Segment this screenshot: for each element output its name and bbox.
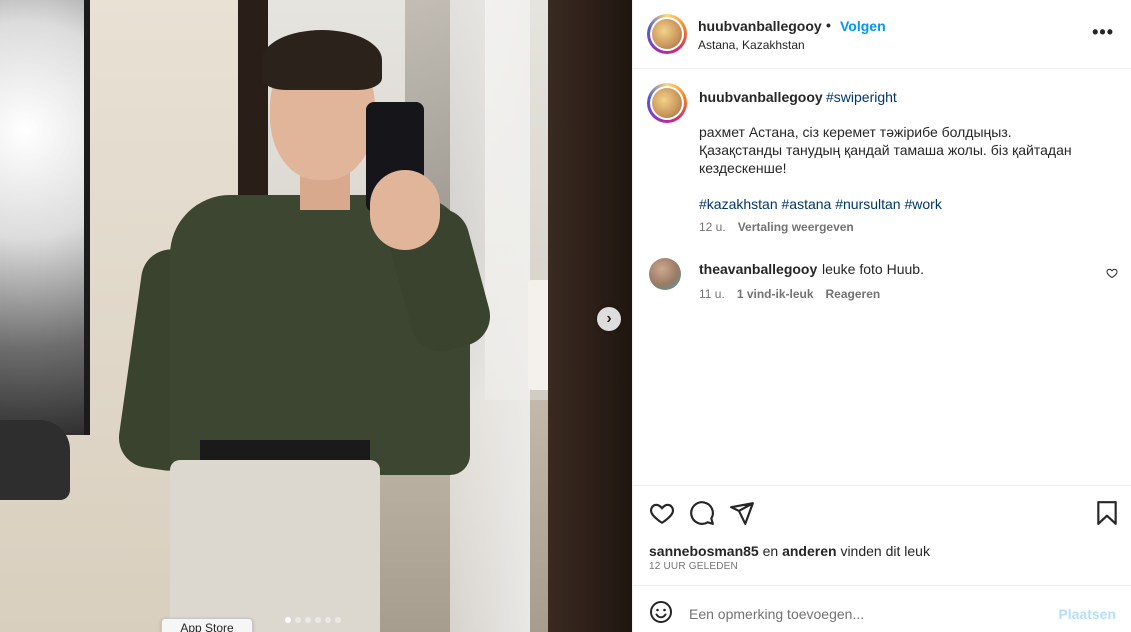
heart-icon[interactable] bbox=[649, 500, 675, 526]
person-hand bbox=[370, 170, 440, 250]
photo-chair bbox=[0, 420, 70, 500]
comment-icon[interactable] bbox=[689, 500, 715, 526]
comment-likes[interactable]: 1 vind-ik-leuk bbox=[737, 287, 814, 301]
likes-suffix: vinden dit leuk bbox=[840, 543, 930, 559]
likes-summary: sannebosman85 en anderen vinden dit leuk bbox=[649, 543, 930, 559]
caption-username[interactable]: huubvanballegooy bbox=[699, 89, 823, 105]
person-belt bbox=[200, 440, 370, 462]
comment-meta: 11 u. 1 vind-ik-leuk Reageren bbox=[699, 287, 880, 301]
post-timestamp[interactable]: 12 UUR GELEDEN bbox=[649, 561, 738, 572]
caption-avatar[interactable] bbox=[647, 83, 687, 123]
app-store-tooltip: App Store bbox=[161, 618, 253, 632]
caption-age[interactable]: 12 u. bbox=[699, 220, 726, 234]
carousel-dots bbox=[285, 617, 341, 623]
comment-text: leuke foto Huub. bbox=[822, 261, 924, 277]
add-comment-bar: Plaatsen bbox=[633, 585, 1131, 632]
post-actions bbox=[633, 485, 1131, 541]
bookmark-icon[interactable] bbox=[1094, 500, 1120, 526]
likes-connector: en bbox=[762, 543, 779, 559]
reply-button[interactable]: Reageren bbox=[826, 287, 881, 301]
carousel-dot bbox=[315, 617, 321, 623]
post-photo[interactable]: › App Store bbox=[0, 0, 632, 632]
heart-icon[interactable] bbox=[1106, 267, 1118, 279]
emoji-icon[interactable] bbox=[649, 600, 673, 624]
header-username[interactable]: huubvanballegooy bbox=[698, 18, 822, 34]
caption-hashtags[interactable]: #kazakhstan #astana #nursultan #work bbox=[699, 196, 942, 212]
carousel-next-button[interactable]: › bbox=[597, 307, 621, 331]
post-header: huubvanballegooy • Volgen Astana, Kazakh… bbox=[633, 0, 1131, 69]
show-translation-button[interactable]: Vertaling weergeven bbox=[738, 220, 854, 234]
more-icon[interactable]: ••• bbox=[1092, 22, 1114, 43]
post-sidebar: huubvanballegooy • Volgen Astana, Kazakh… bbox=[632, 0, 1131, 632]
header-separator: • bbox=[826, 17, 831, 33]
person-hair bbox=[262, 30, 382, 90]
caption-meta: 12 u. Vertaling weergeven bbox=[699, 220, 854, 234]
post-comment-button[interactable]: Plaatsen bbox=[1058, 606, 1116, 622]
comment-username[interactable]: theavanballegooy bbox=[699, 261, 817, 277]
comment-avatar[interactable] bbox=[649, 258, 681, 290]
carousel-dot bbox=[335, 617, 341, 623]
carousel-dot bbox=[295, 617, 301, 623]
likes-others[interactable]: anderen bbox=[782, 543, 836, 559]
chevron-right-icon: › bbox=[606, 310, 612, 327]
comment-input[interactable] bbox=[689, 604, 1029, 624]
follow-button[interactable]: Volgen bbox=[840, 18, 886, 34]
person-pants bbox=[170, 460, 380, 632]
likes-user[interactable]: sannebosman85 bbox=[649, 543, 759, 559]
photo-painting bbox=[0, 0, 90, 435]
carousel-dot bbox=[285, 617, 291, 623]
location-link[interactable]: Astana, Kazakhstan bbox=[698, 38, 805, 52]
avatar[interactable] bbox=[647, 14, 687, 54]
comment-age: 11 u. bbox=[699, 287, 725, 301]
caption-text: рахмет Астана, сіз керемет тәжірибе болд… bbox=[699, 124, 1072, 176]
photo-person bbox=[115, 30, 497, 632]
caption-first-tag[interactable]: #swiperight bbox=[826, 89, 897, 105]
carousel-dot bbox=[325, 617, 331, 623]
carousel-dot bbox=[305, 617, 311, 623]
share-icon[interactable] bbox=[729, 500, 755, 526]
